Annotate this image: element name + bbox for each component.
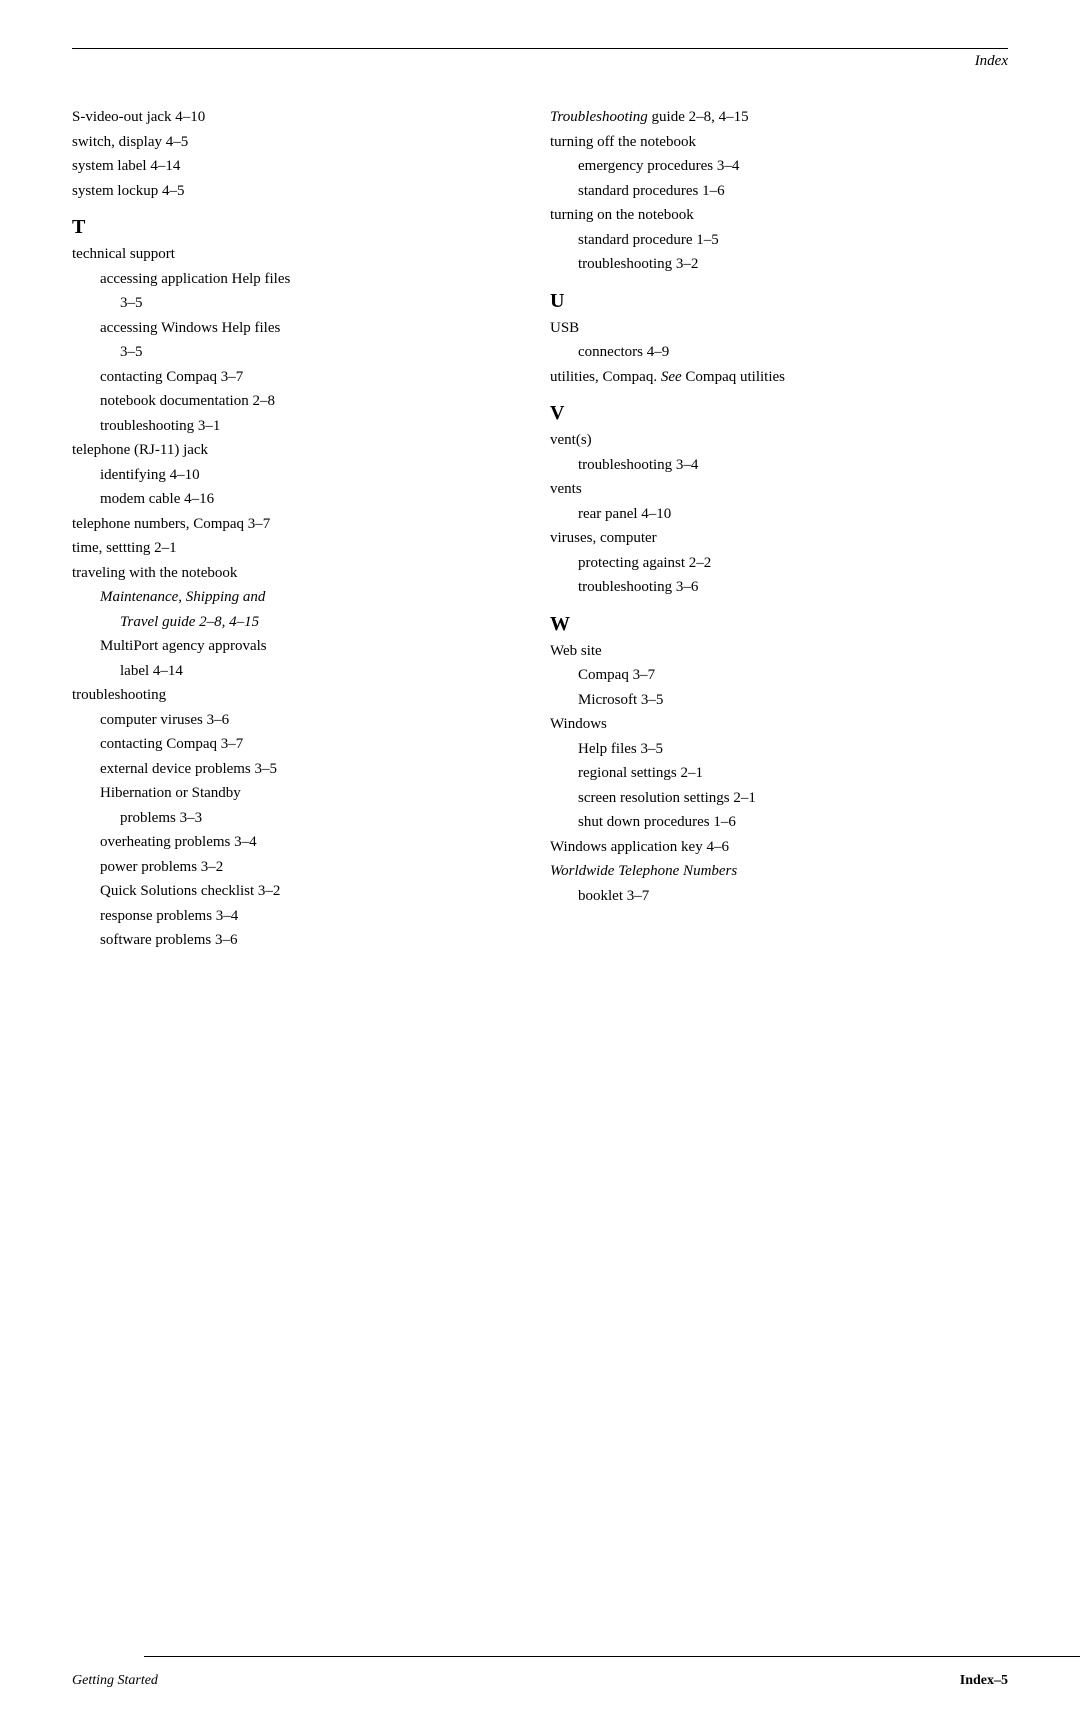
list-item: Windows	[550, 713, 1008, 736]
list-item: standard procedure 1–5	[578, 229, 1008, 252]
list-item: Quick Solutions checklist 3–2	[100, 880, 510, 903]
list-item: problems 3–3	[120, 807, 510, 830]
list-item: turning off the notebook	[550, 131, 1008, 154]
list-item: overheating problems 3–4	[100, 831, 510, 854]
right-column: Troubleshooting guide 2–8, 4–15 turning …	[540, 106, 1008, 954]
section-heading-v: V	[550, 402, 1008, 425]
list-item: telephone numbers, Compaq 3–7	[72, 513, 510, 536]
list-item: modem cable 4–16	[100, 488, 510, 511]
section-heading-u: U	[550, 290, 1008, 313]
footer-page-number: Index–5	[960, 1673, 1008, 1689]
list-item: switch, display 4–5	[72, 131, 510, 154]
footer-book-title: Getting Started	[72, 1673, 158, 1689]
list-item: USB	[550, 317, 1008, 340]
list-item: booklet 3–7	[578, 885, 1008, 908]
list-item: emergency procedures 3–4	[578, 155, 1008, 178]
list-item: 3–5	[120, 341, 510, 364]
list-item: Microsoft 3–5	[578, 689, 1008, 712]
main-content: S-video-out jack 4–10 switch, display 4–…	[0, 70, 1080, 954]
list-item: Worldwide Telephone Numbers	[550, 860, 1008, 883]
list-item: troubleshooting	[72, 684, 510, 707]
list-item: notebook documentation 2–8	[100, 390, 510, 413]
list-item: time, settting 2–1	[72, 537, 510, 560]
italic-span: Troubleshooting	[550, 109, 648, 125]
bottom-rule	[144, 1656, 1080, 1657]
list-item: response problems 3–4	[100, 905, 510, 928]
list-item: system lockup 4–5	[72, 180, 510, 203]
list-item: viruses, computer	[550, 527, 1008, 550]
list-item: contacting Compaq 3–7	[100, 366, 510, 389]
list-item: Help files 3–5	[578, 738, 1008, 761]
list-item: computer viruses 3–6	[100, 709, 510, 732]
section-heading-w: W	[550, 613, 1008, 636]
page-footer: Getting Started Index–5	[0, 1673, 1080, 1689]
list-item: Web site	[550, 640, 1008, 663]
list-item: accessing application Help files	[100, 268, 510, 291]
list-item: screen resolution settings 2–1	[578, 787, 1008, 810]
list-item: traveling with the notebook	[72, 562, 510, 585]
list-item: protecting against 2–2	[578, 552, 1008, 575]
list-item: troubleshooting 3–2	[578, 253, 1008, 276]
list-item: system label 4–14	[72, 155, 510, 178]
list-item: identifying 4–10	[100, 464, 510, 487]
list-item: 3–5	[120, 292, 510, 315]
list-item: telephone (RJ-11) jack	[72, 439, 510, 462]
list-item: turning on the notebook	[550, 204, 1008, 227]
list-item: Travel guide 2–8, 4–15	[120, 611, 510, 634]
list-item: Windows application key 4–6	[550, 836, 1008, 859]
italic-see: See	[661, 369, 682, 385]
list-item: label 4–14	[120, 660, 510, 683]
list-item: accessing Windows Help files	[100, 317, 510, 340]
list-item: power problems 3–2	[100, 856, 510, 879]
list-item: external device problems 3–5	[100, 758, 510, 781]
page: Index S-video-out jack 4–10 switch, disp…	[0, 48, 1080, 1717]
list-item: contacting Compaq 3–7	[100, 733, 510, 756]
list-item: technical support	[72, 243, 510, 266]
list-item: Hibernation or Standby	[100, 782, 510, 805]
list-item: Compaq 3–7	[578, 664, 1008, 687]
list-item: MultiPort agency approvals	[100, 635, 510, 658]
list-item: troubleshooting 3–1	[100, 415, 510, 438]
list-item: vent(s)	[550, 429, 1008, 452]
list-item: software problems 3–6	[100, 929, 510, 952]
section-heading-t: T	[72, 216, 510, 239]
list-item: S-video-out jack 4–10	[72, 106, 510, 129]
list-item: troubleshooting 3–4	[578, 454, 1008, 477]
left-column: S-video-out jack 4–10 switch, display 4–…	[72, 106, 540, 954]
list-item: rear panel 4–10	[578, 503, 1008, 526]
list-item: vents	[550, 478, 1008, 501]
top-header: Index	[0, 49, 1080, 70]
list-item: Troubleshooting guide 2–8, 4–15	[550, 106, 1008, 129]
list-item: Maintenance, Shipping and	[100, 586, 510, 609]
list-item: connectors 4–9	[578, 341, 1008, 364]
list-item: regional settings 2–1	[578, 762, 1008, 785]
list-item: troubleshooting 3–6	[578, 576, 1008, 599]
list-item: utilities, Compaq. See Compaq utilities	[550, 366, 1008, 389]
list-item: standard procedures 1–6	[578, 180, 1008, 203]
page-header-title: Index	[975, 53, 1008, 70]
list-item: shut down procedures 1–6	[578, 811, 1008, 834]
